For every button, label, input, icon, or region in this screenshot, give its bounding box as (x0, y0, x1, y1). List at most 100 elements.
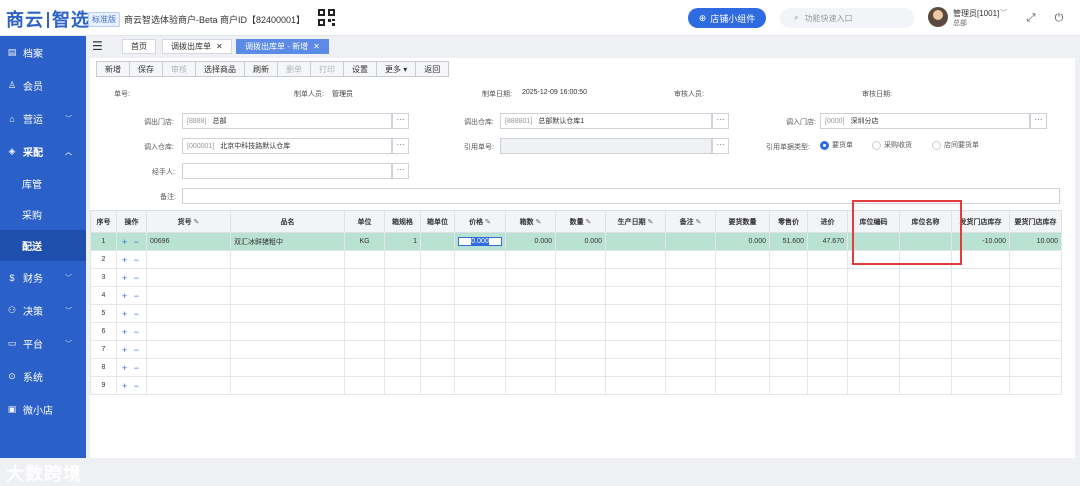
out-wh-picker-button[interactable]: ··· (712, 113, 729, 129)
toolbar-button-8[interactable]: 更多 ▾ (376, 61, 417, 77)
sidebar-item-lower-0[interactable]: $ 财务 ﹀ (0, 261, 86, 294)
column-header[interactable]: 数量 ✎ (555, 210, 606, 233)
row-ops[interactable]: + − (116, 376, 147, 395)
add-remove-row-icon[interactable]: + − (122, 291, 141, 301)
table-cell (146, 358, 231, 377)
handler-field[interactable] (182, 163, 392, 179)
column-header[interactable]: 备注 ✎ (665, 210, 716, 233)
toolbar-button-9[interactable]: 返回 (415, 61, 450, 77)
fullscreen-icon[interactable]: ⤢ (1024, 11, 1038, 25)
sidebar-subitem-0[interactable]: 库管 (0, 168, 86, 199)
column-header[interactable]: 要货数量 (715, 210, 770, 233)
tab-home[interactable]: 首页 (122, 39, 156, 54)
column-header[interactable]: 单位 (344, 210, 385, 233)
column-header[interactable]: 零售价 (769, 210, 808, 233)
table-row[interactable]: 6 + − (90, 322, 1062, 341)
table-row[interactable]: 7 + − (90, 340, 1062, 359)
column-header[interactable]: 货号 ✎ (146, 210, 231, 233)
sidebar-item-3[interactable]: ◈ 采配 ︿ (0, 135, 86, 168)
column-header[interactable]: 品名 (230, 210, 345, 233)
row-ops[interactable]: + − (116, 304, 147, 323)
sidebar-subitem-2[interactable]: 配送 (0, 230, 86, 261)
out-wh-field[interactable]: [888801] 总部默认仓库1 (500, 113, 712, 129)
toolbar-button-1[interactable]: 保存 (129, 61, 163, 77)
sidebar-item-lower-4[interactable]: ▣ 微小店 (0, 393, 86, 426)
row-ops[interactable]: + − (116, 268, 147, 287)
ref-type-store-demand[interactable]: 店间要货单 (932, 140, 979, 150)
toolbar-button-2[interactable]: 审核 (162, 61, 196, 77)
sidebar-item-lower-3[interactable]: ⊙ 系统 (0, 360, 86, 393)
ref-no-picker-button[interactable]: ··· (712, 138, 729, 154)
qr-code-icon[interactable] (318, 9, 335, 26)
column-header[interactable]: 价格 ✎ (454, 210, 506, 233)
table-cell[interactable]: 0.000 (454, 232, 506, 251)
table-cell (769, 340, 808, 359)
table-cell (605, 250, 666, 269)
store-widget-button[interactable]: ⊕ 店铺小组件 (688, 8, 766, 28)
row-ops[interactable]: + − (116, 232, 147, 251)
row-ops[interactable]: + − (116, 286, 147, 305)
sidebar-item-0[interactable]: ▤ 档案 (0, 36, 86, 69)
column-header[interactable]: 进价 (807, 210, 848, 233)
in-wh-picker-button[interactable]: ··· (392, 138, 409, 154)
menu-toggle-icon[interactable]: ☰ (92, 39, 103, 53)
toolbar-button-6[interactable]: 打印 (310, 61, 344, 77)
ref-type-purchase-receipt[interactable]: 采购收货 (872, 140, 912, 150)
price-input[interactable]: 0.000 (458, 237, 502, 246)
add-remove-row-icon[interactable]: + − (122, 345, 141, 355)
add-remove-row-icon[interactable]: + − (122, 381, 141, 391)
brand-logo[interactable]: 商云 智选 (6, 6, 90, 32)
toolbar-button-0[interactable]: 新增 (96, 61, 130, 77)
close-icon[interactable]: ✕ (313, 42, 320, 51)
add-remove-row-icon[interactable]: + − (122, 363, 141, 373)
table-cell (665, 268, 716, 287)
tab-transfer-out-list[interactable]: 调拨出库单 ✕ (162, 39, 232, 54)
chevron-down-icon[interactable]: ﹀ (1000, 8, 1007, 18)
column-header[interactable]: 生产日期 ✎ (605, 210, 666, 233)
in-store-field[interactable]: [0000] 深圳分店 (820, 113, 1030, 129)
column-header[interactable]: 箱单位 (420, 210, 455, 233)
sidebar-item-lower-1[interactable]: ⚇ 决策 ﹀ (0, 294, 86, 327)
add-remove-row-icon[interactable]: + − (122, 273, 141, 283)
row-ops[interactable]: + − (116, 358, 147, 377)
table-cell (555, 376, 606, 395)
add-remove-row-icon[interactable]: + − (122, 309, 141, 319)
in-wh-field[interactable]: [000001] 北京中科技路默认仓库 (182, 138, 392, 154)
add-remove-row-icon[interactable]: + − (122, 255, 141, 265)
toolbar-button-5[interactable]: 删单 (277, 61, 311, 77)
sidebar-item-2[interactable]: ⌂ 营运 ﹀ (0, 102, 86, 135)
vertical-scrollbar[interactable] (1075, 58, 1080, 458)
add-remove-row-icon[interactable]: + − (122, 237, 141, 247)
add-remove-row-icon[interactable]: + − (122, 327, 141, 337)
sidebar-subitem-1[interactable]: 采购 (0, 199, 86, 230)
toolbar-button-4[interactable]: 刷新 (244, 61, 278, 77)
table-row[interactable]: 4 + − (90, 286, 1062, 305)
table-row[interactable]: 9 + − (90, 376, 1062, 395)
toolbar-button-7[interactable]: 设置 (343, 61, 377, 77)
out-store-picker-button[interactable]: ··· (392, 113, 409, 129)
ref-type-demand[interactable]: 要货单 (820, 140, 853, 150)
out-store-field[interactable]: [8888] 总部 (182, 113, 392, 129)
tab-transfer-out-new[interactable]: 调拨出库单 - 新增 ✕ (236, 39, 329, 54)
column-header[interactable]: 序号 (90, 210, 117, 233)
row-ops[interactable]: + − (116, 250, 147, 269)
sidebar-item-lower-2[interactable]: ▭ 平台 ﹀ (0, 327, 86, 360)
toolbar-button-3[interactable]: 选择商品 (195, 61, 245, 77)
table-row[interactable]: 5 + − (90, 304, 1062, 323)
column-header[interactable]: 操作 (116, 210, 147, 233)
avatar[interactable] (928, 7, 948, 27)
column-header[interactable]: 箱规格 (384, 210, 421, 233)
column-header[interactable]: 要货门店库存 (1009, 210, 1062, 233)
table-row[interactable]: 3 + − (90, 268, 1062, 287)
power-icon[interactable]: ⏻ (1052, 11, 1066, 25)
row-ops[interactable]: + − (116, 340, 147, 359)
in-store-picker-button[interactable]: ··· (1030, 113, 1047, 129)
table-row[interactable]: 8 + − (90, 358, 1062, 377)
sidebar-item-1[interactable]: ♙ 会员 (0, 69, 86, 102)
column-header[interactable]: 箱数 ✎ (505, 210, 556, 233)
quick-search-input[interactable]: ⌕ 功能快速入口 (780, 8, 914, 28)
close-icon[interactable]: ✕ (216, 42, 223, 51)
row-ops[interactable]: + − (116, 322, 147, 341)
ref-no-field[interactable] (500, 138, 712, 154)
handler-picker-button[interactable]: ··· (392, 163, 409, 179)
